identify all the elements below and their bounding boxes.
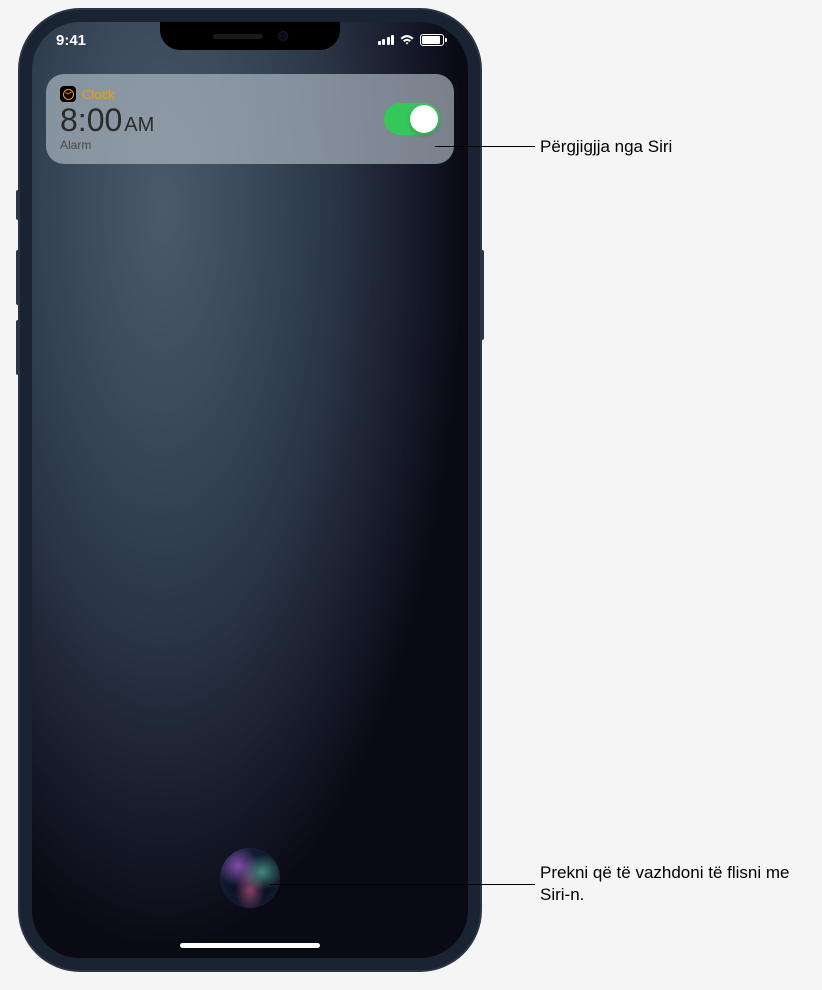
clock-app-icon [60,86,76,102]
phone-frame: 9:41 [20,10,480,970]
mute-switch[interactable] [16,190,20,220]
speaker-grille [213,34,263,39]
callout-line [435,146,535,147]
notch [160,22,340,50]
alarm-time-ampm: AM [124,115,154,135]
alarm-label: Alarm [60,138,154,152]
volume-down-button[interactable] [16,320,20,375]
alarm-time-value: 8:00 [60,104,122,136]
toggle-knob [410,105,438,133]
alarm-toggle[interactable] [384,103,440,135]
cellular-signal-icon [378,35,395,45]
siri-orb-icon [220,848,280,908]
battery-icon [420,34,444,46]
callout-siri-continue: Prekni që të vazhdoni të flisni me Siri-… [540,862,800,906]
notification-app-name: Clock [82,87,115,102]
alarm-time: 8:00 AM [60,104,154,136]
front-camera [278,31,288,41]
status-indicators [378,34,445,46]
siri-response-card[interactable]: Clock 8:00 AM Alarm [46,74,454,164]
notification-content: Clock 8:00 AM Alarm [60,86,154,152]
lock-screen: 9:41 [32,22,468,958]
home-indicator[interactable] [180,943,320,948]
volume-up-button[interactable] [16,250,20,305]
siri-button[interactable] [220,848,280,908]
wifi-icon [399,34,415,46]
phone-side-buttons-left [16,190,20,390]
callout-line [270,884,535,885]
power-button[interactable] [480,250,484,340]
callout-siri-response: Përgjigjja nga Siri [540,136,672,158]
notification-header: Clock [60,86,154,102]
status-time: 9:41 [56,32,86,49]
